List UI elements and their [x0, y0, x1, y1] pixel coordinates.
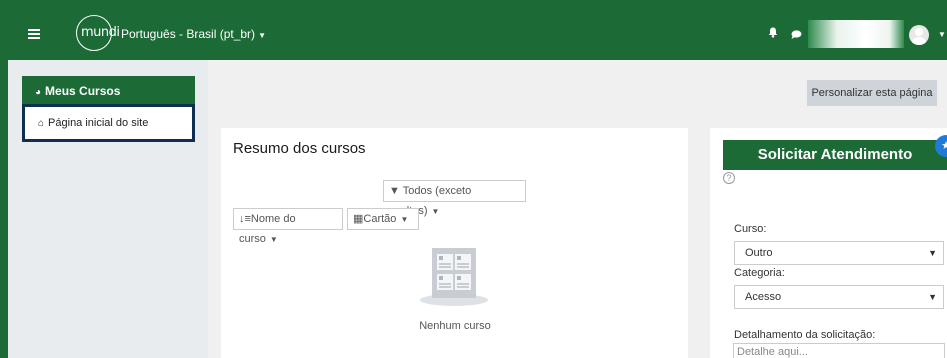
- filter-icon: ▼: [389, 185, 400, 197]
- category-field-label: Categoria:: [734, 267, 785, 279]
- caret-down-icon: ▼: [400, 215, 409, 224]
- help-icon[interactable]: ?: [723, 172, 735, 184]
- language-label: Português - Brasil (pt_br): [121, 27, 256, 41]
- course-select[interactable]: Outro ▼: [734, 241, 944, 265]
- details-textarea[interactable]: Detalhe aqui...: [733, 343, 945, 358]
- mundi-logo[interactable]: mundi: [76, 15, 120, 51]
- grid-icon: ▦: [353, 213, 364, 225]
- left-edge-strip: [0, 60, 8, 358]
- course-sort-dropdown[interactable]: ↓≡Nome do curso ▼: [233, 208, 343, 245]
- no-courses-illustration-icon: [420, 248, 488, 308]
- sidebar-header-my-courses[interactable]: ◕ Meus Cursos: [22, 76, 195, 104]
- category-select-value: Acesso: [745, 291, 782, 303]
- empty-courses-text: Nenhum curso: [419, 320, 491, 332]
- caret-down-icon: ▼: [269, 235, 278, 244]
- avatar-icon[interactable]: [909, 25, 929, 45]
- user-menu-caret-icon[interactable]: ▼: [938, 30, 946, 39]
- chevron-down-icon: ▼: [928, 292, 937, 302]
- request-support-button[interactable]: Solicitar Atendimento: [723, 140, 947, 170]
- sidebar-item-label: Página inicial do site: [48, 117, 149, 129]
- home-icon: ⌂: [38, 118, 45, 129]
- chat-icon[interactable]: [791, 28, 802, 42]
- personalize-page-button[interactable]: Personalizar esta página: [807, 80, 937, 106]
- chevron-down-icon: ▼: [928, 248, 937, 258]
- top-navbar: mundi Português - Brasil (pt_br) ▼ ▼: [0, 0, 947, 60]
- course-select-value: Outro: [745, 247, 773, 259]
- logo-text: mundi: [81, 25, 120, 40]
- view-label: Cartão: [363, 213, 397, 225]
- caret-down-icon: ▼: [431, 207, 440, 216]
- sidebar-header-label: Meus Cursos: [45, 84, 121, 98]
- course-overview-title: Resumo dos cursos: [233, 140, 366, 157]
- bell-icon[interactable]: [768, 27, 778, 41]
- dashboard-icon: ◕: [35, 87, 42, 98]
- details-field-label: Detalhamento da solicitação:: [734, 329, 876, 341]
- course-filter-dropdown[interactable]: ▼ Todos (exceto ocultos)▼: [383, 180, 526, 217]
- caret-down-icon: ▼: [258, 31, 266, 40]
- course-field-label: Curso:: [734, 223, 767, 235]
- course-view-dropdown[interactable]: ▦Cartão ▼: [347, 208, 419, 230]
- sidebar-item-site-home[interactable]: ⌂ Página inicial do site: [22, 104, 195, 142]
- category-select[interactable]: Acesso ▼: [734, 285, 944, 309]
- hamburger-icon[interactable]: [28, 29, 40, 39]
- user-name-obscured[interactable]: [808, 20, 904, 48]
- sort-icon: ↓≡: [239, 213, 251, 225]
- language-selector[interactable]: Português - Brasil (pt_br) ▼: [121, 27, 266, 41]
